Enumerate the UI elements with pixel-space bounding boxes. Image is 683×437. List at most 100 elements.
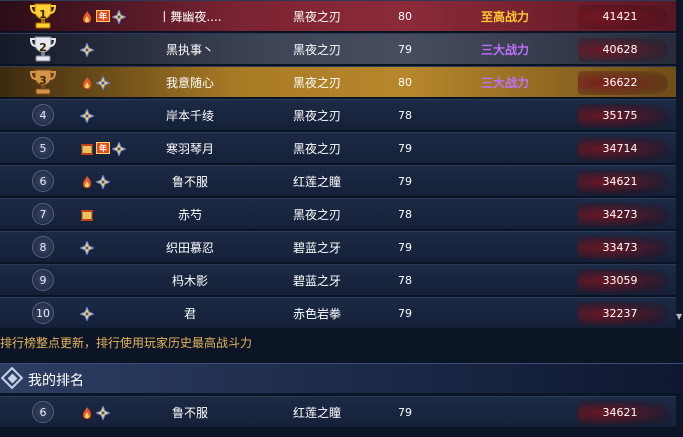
rank-number: 4 — [32, 104, 54, 126]
rank-cell: 10 — [18, 298, 68, 328]
rank-number: 3 — [39, 74, 47, 87]
rank-number: 10 — [32, 302, 54, 324]
player-name: 丨舞幽夜.... — [158, 9, 222, 24]
shuriken-icon — [110, 140, 128, 158]
shuriken-icon — [78, 107, 96, 125]
power-title — [455, 265, 555, 295]
guild-name: 红莲之瞳 — [292, 405, 341, 420]
rank-number: 7 — [32, 203, 54, 225]
player-level: 80 — [398, 9, 412, 23]
player-name: 我意随心 — [165, 75, 214, 90]
player-level: 80 — [398, 75, 412, 89]
player-name: 君 — [183, 306, 196, 321]
rank-cell: 7 — [18, 199, 68, 229]
player-level: 79 — [398, 240, 412, 254]
player-level: 79 — [398, 174, 412, 188]
player-level: 79 — [398, 141, 412, 155]
shuriken-icon — [78, 305, 96, 323]
rank-cell: 6 — [18, 397, 68, 427]
my-rank-row[interactable]: 6 鲁不服 红莲之瞳 79 34621 — [0, 396, 676, 428]
player-level: 79 — [398, 42, 412, 56]
scroll-icon — [80, 141, 94, 155]
leaderboard-row[interactable]: 1 年 丨舞幽夜.... 黑夜之刃 80 至高战力 41421 — [0, 0, 676, 32]
player-name: 杩木影 — [171, 273, 208, 288]
scroll-down-icon[interactable]: ▼ — [676, 312, 682, 321]
shuriken-icon — [78, 239, 96, 257]
player-name: 黑执事丶 — [165, 42, 214, 57]
leaderboard-row[interactable]: 9 杩木影 碧蓝之牙 78 33059 — [0, 264, 676, 296]
nian-badge-icon: 年 — [96, 10, 110, 22]
leaderboard-row[interactable]: 7 赤芍 黑夜之刃 78 34273 — [0, 198, 676, 230]
rank-cell: 9 — [18, 265, 68, 295]
player-level: 78 — [398, 108, 412, 122]
power-title — [455, 298, 555, 328]
rank-cell: 4 — [18, 100, 68, 130]
guild-name: 黑夜之刃 — [292, 207, 341, 222]
battle-power: 34714 — [602, 141, 638, 155]
rank-cell: 8 — [18, 232, 68, 262]
leaderboard-row[interactable]: 4 岸本千绫 黑夜之刃 78 35175 — [0, 99, 676, 131]
battle-power: 33059 — [602, 273, 638, 287]
rank-number: 5 — [32, 137, 54, 159]
my-rank-title: 我的排名 — [28, 373, 84, 389]
player-name: 织田慕忍 — [165, 240, 214, 255]
flame-icon — [80, 9, 94, 23]
leaderboard-row[interactable]: 10 君 赤色岩拳 79 32237 — [0, 297, 676, 329]
guild-name: 碧蓝之牙 — [292, 240, 341, 255]
power-title: 至高战力 — [480, 9, 529, 24]
update-notice: 排行榜整点更新，排行使用玩家历史最高战斗力 — [0, 336, 253, 350]
player-name: 鲁不服 — [171, 174, 208, 189]
leaderboard-row[interactable]: 2 黑执事丶 黑夜之刃 79 三大战力 40628 — [0, 33, 676, 65]
battle-power: 34621 — [602, 174, 638, 188]
flame-icon — [80, 174, 94, 188]
battle-power: 32237 — [602, 306, 638, 320]
power-title — [455, 232, 555, 262]
player-name: 岸本千绫 — [165, 108, 214, 123]
rank-number: 2 — [39, 41, 47, 54]
guild-name: 碧蓝之牙 — [292, 273, 341, 288]
battle-power: 34621 — [602, 405, 638, 419]
shuriken-icon — [94, 74, 112, 92]
power-title: 三大战力 — [480, 75, 529, 90]
rank-number: 8 — [32, 236, 54, 258]
leaderboard-row[interactable]: 5 年 寒羽琴月 黑夜之刃 79 34714 — [0, 132, 676, 164]
rank-number: 1 — [39, 8, 47, 21]
rank-cell: 5 — [18, 133, 68, 163]
power-title — [455, 166, 555, 196]
shuriken-icon — [94, 173, 112, 191]
guild-name: 黑夜之刃 — [292, 75, 341, 90]
battle-power: 34273 — [602, 207, 638, 221]
power-title: 三大战力 — [480, 42, 529, 57]
leaderboard-row[interactable]: 3 我意随心 黑夜之刃 80 三大战力 36622 — [0, 66, 676, 98]
power-title — [455, 133, 555, 163]
shuriken-icon — [94, 404, 112, 422]
scrollbar[interactable] — [676, 0, 683, 330]
rank-cell: 2 — [18, 34, 68, 64]
nian-badge-icon: 年 — [96, 142, 110, 154]
guild-name: 黑夜之刃 — [292, 141, 341, 156]
player-name: 鲁不服 — [171, 405, 208, 420]
rank-cell: 1 — [18, 1, 68, 31]
shuriken-icon — [78, 41, 96, 59]
battle-power: 41421 — [602, 9, 638, 23]
player-name: 寒羽琴月 — [165, 141, 214, 156]
rank-number: 6 — [32, 170, 54, 192]
battle-power: 35175 — [602, 108, 638, 122]
shuriken-icon — [110, 8, 128, 26]
leaderboard-row[interactable]: 8 织田慕忍 碧蓝之牙 79 33473 — [0, 231, 676, 263]
player-level: 79 — [398, 405, 412, 419]
rank-number: 6 — [32, 401, 54, 423]
guild-name: 黑夜之刃 — [292, 9, 341, 24]
battle-power: 36622 — [602, 75, 638, 89]
scroll-icon — [80, 207, 94, 221]
leaderboard-row[interactable]: 6 鲁不服 红莲之瞳 79 34621 — [0, 165, 676, 197]
player-level: 78 — [398, 207, 412, 221]
flame-icon — [80, 75, 94, 89]
guild-name: 黑夜之刃 — [292, 108, 341, 123]
rank-cell: 3 — [18, 67, 68, 97]
my-rank-header: 我的排名 — [0, 363, 683, 393]
guild-name: 红莲之瞳 — [292, 174, 341, 189]
guild-name: 赤色岩拳 — [292, 306, 341, 321]
flame-icon — [80, 405, 94, 419]
player-level: 79 — [398, 306, 412, 320]
